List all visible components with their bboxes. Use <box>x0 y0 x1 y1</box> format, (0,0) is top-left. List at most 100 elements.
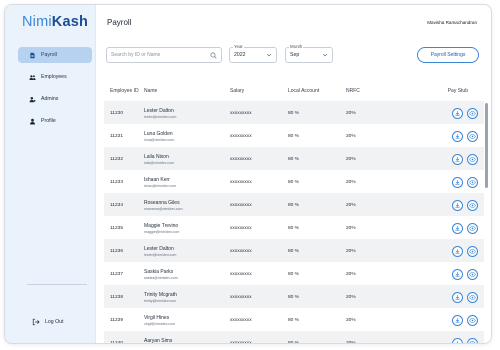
column-header-employee-id[interactable]: Employee ID <box>104 88 144 94</box>
sidebar-item-admins[interactable]: Admins <box>18 91 92 107</box>
download-button[interactable] <box>452 245 463 257</box>
table-row[interactable]: 11238 Trinity Mcgrath trinity@nimidev.com x… <box>104 285 484 308</box>
name-cell: Virgil Hines virgil@nimidev.com <box>144 315 230 326</box>
view-button[interactable] <box>467 107 478 119</box>
month-select[interactable]: Month Sep <box>285 44 333 63</box>
month-legend: Month <box>289 44 304 49</box>
nrfc-cell: 20% <box>346 317 356 323</box>
table-row[interactable]: 11237 Saskia Parks saskia@nimidev.com xxxxx… <box>104 262 484 285</box>
table-scrollbar[interactable] <box>485 103 488 343</box>
eye-icon <box>469 248 476 255</box>
view-button[interactable] <box>467 222 478 234</box>
table-row[interactable]: 11230 Lester Dalton lester@nimidev.com xxxx… <box>104 101 484 124</box>
table-row[interactable]: 11232 Laila Nixon laila@nimidev.com xxxxxxx… <box>104 147 484 170</box>
table-row[interactable]: 11235 Maggie Trevino maggie@nimidev.com xxx… <box>104 216 484 239</box>
employee-email: virgil@nimidev.com <box>144 321 175 326</box>
local-account-cell: 80 % <box>288 294 299 300</box>
eye-icon <box>469 271 476 278</box>
pay-stub-cell <box>426 107 484 119</box>
table-row[interactable]: 11234 Roseanna Giles roseanna@nimidev.com x… <box>104 193 484 216</box>
employee-email: lester@nimidev.com <box>144 252 177 257</box>
eye-icon <box>469 317 476 324</box>
local-account-cell: 80 % <box>288 179 299 185</box>
payroll-doc-icon <box>29 52 36 59</box>
download-button[interactable] <box>452 337 463 343</box>
view-button[interactable] <box>467 314 478 326</box>
view-button[interactable] <box>467 176 478 188</box>
admin-icon <box>29 96 36 103</box>
logout-button[interactable]: Log Out <box>32 318 63 326</box>
column-header-salary[interactable]: Salary <box>230 88 288 94</box>
sidebar-item-profile[interactable]: Profile <box>18 113 92 129</box>
local-account-cell: 80 % <box>288 271 299 277</box>
table-row[interactable]: 11231 Luna Golden luna@nimidev.com xxxxxxxx… <box>104 124 484 147</box>
employee-email: trinity@nimidev.com <box>144 298 177 303</box>
local-account-cell: 80 % <box>288 202 299 208</box>
payroll-settings-button[interactable]: Payroll Settings <box>417 47 479 63</box>
sidebar-item-employees[interactable]: Employees <box>18 69 92 85</box>
pay-stub-cell <box>426 245 484 257</box>
salary-cell: xxxxxxxxx <box>230 156 252 162</box>
view-button[interactable] <box>467 291 478 303</box>
employee-name: Luna Golden <box>144 130 173 137</box>
pay-stub-cell <box>426 199 484 211</box>
pay-stub-cell <box>426 268 484 280</box>
salary-cell: xxxxxxxxx <box>230 179 252 185</box>
view-button[interactable] <box>467 153 478 165</box>
employee-id-cell: 11230 <box>110 110 123 116</box>
salary-cell: xxxxxxxxx <box>230 202 252 208</box>
nrfc-cell: 20% <box>346 340 356 344</box>
employee-name: Roseanna Giles <box>144 199 180 206</box>
salary-cell: xxxxxxxxx <box>230 317 252 323</box>
name-cell: Trinity Mcgrath trinity@nimidev.com <box>144 292 230 303</box>
table-row[interactable]: 11240 Aaryan Simsaaryan@nimidev.comxxxxxx… <box>104 331 484 344</box>
column-header-local-account[interactable]: Local Account <box>288 88 346 94</box>
download-button[interactable] <box>452 199 463 211</box>
search-input[interactable]: Search by ID or Name <box>106 47 222 63</box>
employee-email: laila@nimidev.com <box>144 160 174 165</box>
column-header-nrfc[interactable]: NRFC <box>346 88 426 94</box>
employee-name: Ishaan Kerr <box>144 176 170 183</box>
download-button[interactable] <box>452 314 463 326</box>
year-select[interactable]: Year 2022 <box>229 44 277 63</box>
view-button[interactable] <box>467 337 478 343</box>
nrfc-cell: 20% <box>346 156 356 162</box>
logout-label: Log Out <box>45 319 64 325</box>
logo-part2: Kash <box>51 14 89 30</box>
scrollbar-thumb[interactable] <box>485 103 488 188</box>
pay-stub-cell <box>426 314 484 326</box>
table-row[interactable]: 11236 Lester Dalton lester@nimidev.com xxxx… <box>104 239 484 262</box>
download-button[interactable] <box>452 222 463 234</box>
view-button[interactable] <box>467 268 478 280</box>
sidebar-item-payroll[interactable]: Payroll <box>18 47 92 63</box>
download-button[interactable] <box>452 268 463 280</box>
table-row[interactable]: 11233 Ishaan Kerr ishan@nimidev.com xxxxxxx… <box>104 170 484 193</box>
download-button[interactable] <box>452 291 463 303</box>
user-name[interactable]: Mavisha Ramachandran <box>427 20 477 25</box>
year-value: 2022 <box>234 52 246 58</box>
column-header-name[interactable]: Name <box>144 88 230 94</box>
table-row[interactable]: 11239 Virgil Hines virgil@nimidev.com xxxxx… <box>104 308 484 331</box>
view-button[interactable] <box>467 130 478 142</box>
view-button[interactable] <box>467 199 478 211</box>
employee-id-cell: 11236 <box>110 248 123 254</box>
salary-cell: xxxxxxxxx <box>230 340 252 344</box>
salary-cell: xxxxxxxxx <box>230 110 252 116</box>
pay-stub-cell <box>426 222 484 234</box>
name-cell: Aaryan Simsaaryan@nimidev.com <box>144 338 230 344</box>
nrfc-cell: 20% <box>346 133 356 139</box>
employee-name: Lester Dalton <box>144 245 174 252</box>
employee-id-cell: 11232 <box>110 156 123 162</box>
download-button[interactable] <box>452 153 463 165</box>
employee-name: Maggie Trevino <box>144 222 179 229</box>
download-button[interactable] <box>452 176 463 188</box>
download-button[interactable] <box>452 107 463 119</box>
pay-stub-cell <box>426 153 484 165</box>
salary-cell: xxxxxxxxx <box>230 248 252 254</box>
name-cell: Saskia Parks saskia@nimidev.com <box>144 269 230 280</box>
employee-name: Trinity Mcgrath <box>144 291 177 298</box>
payroll-table: Employee ID Name Salary Local Account NR… <box>104 81 484 344</box>
view-button[interactable] <box>467 245 478 257</box>
download-button[interactable] <box>452 130 463 142</box>
local-account-cell: 80 % <box>288 133 299 139</box>
